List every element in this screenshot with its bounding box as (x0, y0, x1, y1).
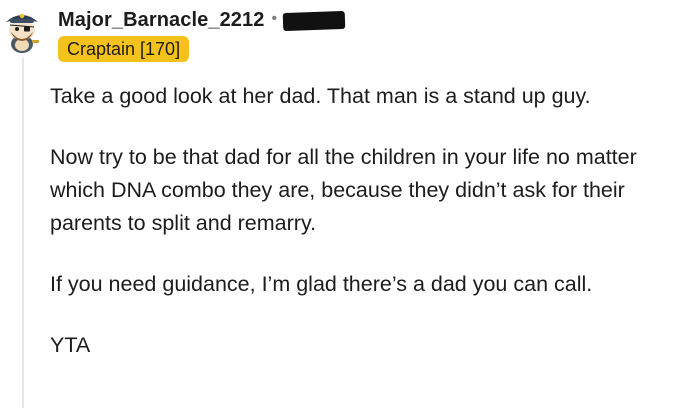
thread-line[interactable] (22, 58, 24, 408)
redacted-timestamp (282, 10, 346, 32)
comment-paragraph: If you need guidance, I’m glad there’s a… (50, 272, 593, 296)
comment-paragraph: YTA (50, 333, 91, 357)
pirate-snoo-avatar-icon[interactable] (2, 6, 42, 54)
comment-paragraph: Take a good look at her dad. That man is… (50, 84, 591, 108)
author-username[interactable]: Major_Barnacle_2212 (58, 9, 264, 32)
comment: Major_Barnacle_2212 • Craptain [170] Tak… (0, 0, 700, 408)
author-row: Major_Barnacle_2212 • (58, 6, 346, 34)
separator-dot: • (271, 10, 278, 27)
comment-paragraph: Now try to be that dad for all the child… (50, 145, 637, 235)
user-flair: Craptain [170] (58, 36, 190, 62)
comment-body: Take a good look at her dad. That man is… (50, 80, 690, 390)
comment-header: Major_Barnacle_2212 • Craptain [170] (58, 4, 680, 62)
